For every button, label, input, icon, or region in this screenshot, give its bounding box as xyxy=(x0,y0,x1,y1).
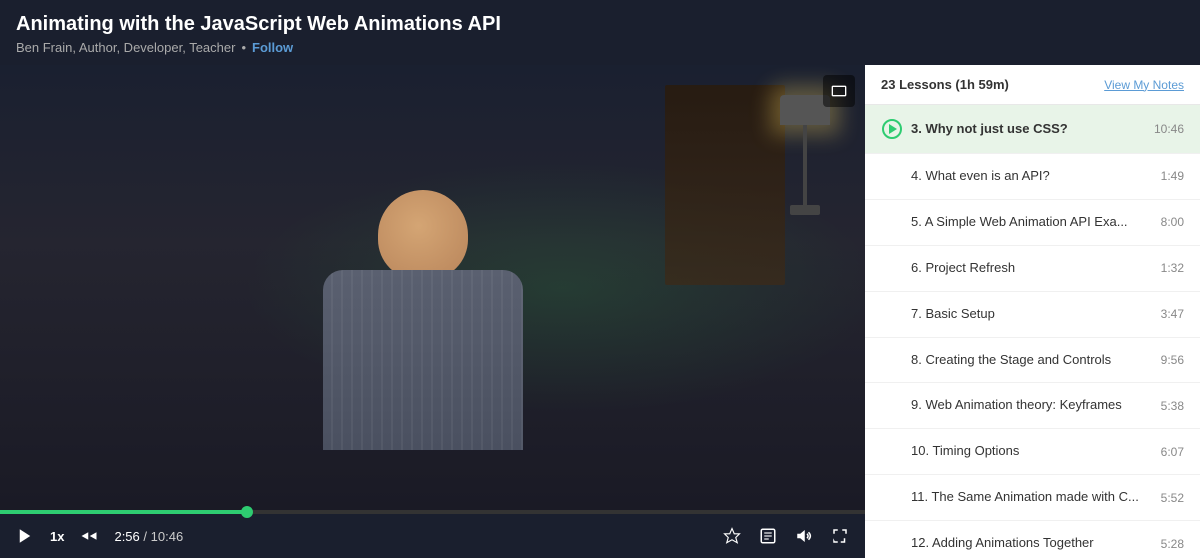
lesson-title: 6. Project Refresh xyxy=(911,260,1153,277)
progress-bar[interactable] xyxy=(0,510,865,514)
speed-label: 1x xyxy=(50,529,64,544)
lesson-title: 7. Basic Setup xyxy=(911,306,1153,323)
bookshelf-decoration xyxy=(665,85,785,285)
rewind-icon xyxy=(80,527,98,545)
lesson-duration: 8:00 xyxy=(1161,215,1184,229)
lesson-item[interactable]: 6. Project Refresh 1:32 xyxy=(865,246,1200,292)
volume-icon xyxy=(795,527,813,545)
lamp-arm xyxy=(803,125,807,205)
lamp-base xyxy=(790,205,820,215)
lesson-title: 9. Web Animation theory: Keyframes xyxy=(911,397,1153,414)
lesson-title: 4. What even is an API? xyxy=(911,168,1153,185)
rewind-button[interactable] xyxy=(76,523,102,549)
page-header: Animating with the JavaScript Web Animat… xyxy=(0,0,1200,65)
lesson-duration: 5:52 xyxy=(1161,491,1184,505)
view-notes-button[interactable]: View My Notes xyxy=(1104,78,1184,92)
controls-right xyxy=(719,523,853,549)
shirt-pattern xyxy=(323,270,523,450)
lesson-duration: 5:38 xyxy=(1161,399,1184,413)
bookmark-icon xyxy=(723,527,741,545)
notes-icon xyxy=(759,527,777,545)
progress-handle[interactable] xyxy=(241,506,253,518)
progress-fill xyxy=(0,510,247,514)
lesson-duration: 9:56 xyxy=(1161,353,1184,367)
fullscreen-button[interactable] xyxy=(827,523,853,549)
page-title: Animating with the JavaScript Web Animat… xyxy=(16,12,1184,36)
fullscreen-icon xyxy=(831,527,849,545)
screen-mode-icon xyxy=(831,83,847,99)
lesson-item[interactable]: 5. A Simple Web Animation API Exa... 8:00 xyxy=(865,200,1200,246)
lesson-duration: 1:49 xyxy=(1161,169,1184,183)
lesson-list: 3. Why not just use CSS? 10:46 4. What eve… xyxy=(865,105,1200,558)
total-time: 10:46 xyxy=(151,529,184,544)
video-controls: 1x 2:56 / 10:46 xyxy=(0,514,865,558)
lamp-decoration xyxy=(775,95,835,235)
screen-mode-button[interactable] xyxy=(823,75,855,107)
time-separator: / xyxy=(143,529,150,544)
lesson-duration: 6:07 xyxy=(1161,445,1184,459)
volume-button[interactable] xyxy=(791,523,817,549)
play-circle-icon xyxy=(882,119,902,139)
lesson-item[interactable]: 10. Timing Options 6:07 xyxy=(865,429,1200,475)
lesson-icon xyxy=(881,119,903,139)
video-container: 1x 2:56 / 10:46 xyxy=(0,65,865,558)
lesson-title: 5. A Simple Web Animation API Exa... xyxy=(911,214,1153,231)
person-head xyxy=(378,190,468,280)
lesson-item[interactable]: 8. Creating the Stage and Controls 9:56 xyxy=(865,338,1200,384)
lesson-item[interactable]: 3. Why not just use CSS? 10:46 xyxy=(865,105,1200,154)
notes-button[interactable] xyxy=(755,523,781,549)
sidebar-header: 23 Lessons (1h 59m) View My Notes xyxy=(865,65,1200,105)
lesson-item[interactable]: 12. Adding Animations Together 5:28 xyxy=(865,521,1200,558)
current-time: 2:56 xyxy=(114,529,139,544)
lesson-duration: 10:46 xyxy=(1154,122,1184,136)
author-line: Ben Frain, Author, Developer, Teacher • … xyxy=(16,40,1184,55)
lesson-item[interactable]: 11. The Same Animation made with C... 5:5… xyxy=(865,475,1200,521)
video-thumbnail xyxy=(0,65,865,510)
lesson-duration: 1:32 xyxy=(1161,261,1184,275)
presenter xyxy=(323,190,523,450)
follow-button[interactable]: Follow xyxy=(252,40,293,55)
lesson-title: 12. Adding Animations Together xyxy=(911,535,1153,552)
lesson-item[interactable]: 7. Basic Setup 3:47 xyxy=(865,292,1200,338)
video-area[interactable] xyxy=(0,65,865,510)
person-body xyxy=(323,270,523,450)
lessons-count: 23 Lessons (1h 59m) xyxy=(881,77,1009,92)
lesson-item[interactable]: 9. Web Animation theory: Keyframes 5:38 xyxy=(865,383,1200,429)
bookmark-button[interactable] xyxy=(719,523,745,549)
time-display: 2:56 / 10:46 xyxy=(114,529,183,544)
lesson-title: 10. Timing Options xyxy=(911,443,1153,460)
author-text: Ben Frain, Author, Developer, Teacher xyxy=(16,40,235,55)
play-triangle-icon xyxy=(889,124,897,134)
lesson-title: 8. Creating the Stage and Controls xyxy=(911,352,1153,369)
play-button[interactable] xyxy=(12,523,38,549)
main-content: 1x 2:56 / 10:46 xyxy=(0,65,1200,558)
lesson-sidebar: 23 Lessons (1h 59m) View My Notes 3. Why… xyxy=(865,65,1200,558)
lesson-title: 3. Why not just use CSS? xyxy=(911,121,1146,138)
separator: • xyxy=(241,40,246,55)
play-icon xyxy=(16,527,34,545)
lesson-item[interactable]: 4. What even is an API? 1:49 xyxy=(865,154,1200,200)
lesson-duration: 5:28 xyxy=(1161,537,1184,551)
lesson-title: 11. The Same Animation made with C... xyxy=(911,489,1153,506)
lesson-duration: 3:47 xyxy=(1161,307,1184,321)
